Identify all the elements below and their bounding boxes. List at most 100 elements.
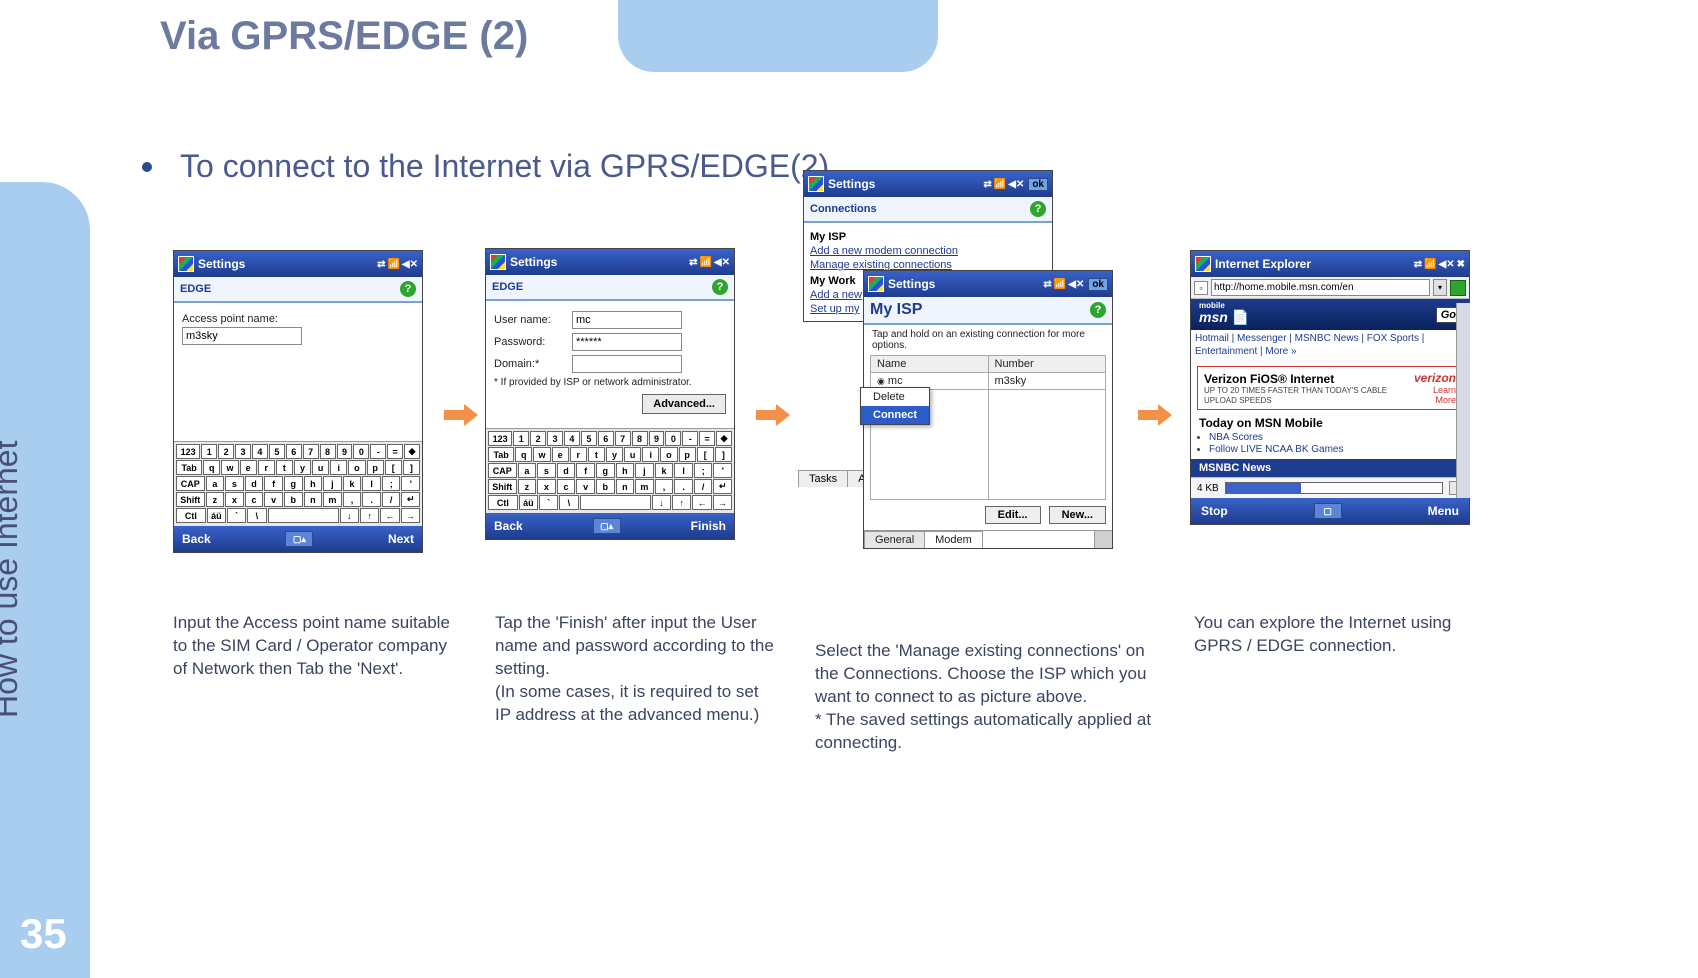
osk-key[interactable]: h	[616, 463, 635, 478]
help-icon[interactable]: ?	[1030, 201, 1046, 217]
osk-key[interactable]: a	[518, 463, 537, 478]
osk-key[interactable]: .	[362, 492, 381, 507]
osk-key[interactable]: m	[323, 492, 342, 507]
osk-key[interactable]: s	[537, 463, 556, 478]
osk-key[interactable]: 4	[252, 444, 268, 459]
url-dropdown-icon[interactable]: ▾	[1433, 279, 1447, 296]
msn-nav-links[interactable]: Hotmail | Messenger | MSNBC News | FOX S…	[1191, 330, 1469, 360]
osk-key[interactable]: z	[518, 479, 537, 494]
osk-key[interactable]: ]	[715, 447, 732, 462]
osk-key[interactable]: Tab	[488, 447, 514, 462]
next-button[interactable]: Next	[388, 532, 414, 546]
osk-key[interactable]: o	[348, 460, 365, 475]
osk-key[interactable]: ←	[692, 495, 711, 510]
osk-key[interactable]: 4	[564, 431, 580, 446]
osk-key[interactable]: u	[624, 447, 641, 462]
ctx-connect[interactable]: Connect	[861, 406, 929, 424]
osk-key[interactable]: ◆	[716, 431, 732, 446]
osk-key[interactable]: \	[559, 495, 578, 510]
ctx-delete[interactable]: Delete	[861, 388, 929, 406]
osk-key[interactable]: '	[713, 463, 732, 478]
add-modem-link[interactable]: Add a new modem connection	[810, 245, 1046, 257]
osk-key[interactable]: `	[227, 508, 246, 523]
osk-key[interactable]: w	[221, 460, 238, 475]
keyboard-toggle-icon[interactable]: ▢	[1314, 503, 1342, 519]
osk-key[interactable]: ←	[380, 508, 399, 523]
osk-key[interactable]: ◆	[404, 444, 420, 459]
osk-key[interactable]: p	[679, 447, 696, 462]
list-item[interactable]: Follow LIVE NCAA BK Games	[1209, 444, 1461, 455]
osk-key[interactable]: 9	[337, 444, 353, 459]
osk-key[interactable]: j	[635, 463, 654, 478]
osk-key[interactable]: ]	[403, 460, 420, 475]
osk-key[interactable]: Ctl	[176, 508, 206, 523]
back-button[interactable]: Back	[182, 532, 211, 546]
osk-key[interactable]: m	[635, 479, 654, 494]
keyboard-toggle-icon[interactable]	[1094, 531, 1112, 548]
osk-key[interactable]: t	[588, 447, 605, 462]
osk-key[interactable]: ↓	[340, 508, 359, 523]
osk-key[interactable]: r	[570, 447, 587, 462]
osk-key[interactable]: i	[330, 460, 347, 475]
osk-key[interactable]: y	[606, 447, 623, 462]
osk-key[interactable]: v	[264, 492, 283, 507]
ok-button[interactable]: ok	[1028, 178, 1048, 191]
keyboard-toggle-icon[interactable]: ▢▴	[593, 518, 621, 534]
osk-key[interactable]: ↑	[672, 495, 691, 510]
osk-key[interactable]: r	[258, 460, 275, 475]
osk-key[interactable]: j	[323, 476, 342, 491]
osk-key[interactable]: 1	[513, 431, 529, 446]
go-icon[interactable]	[1450, 280, 1466, 296]
osk-key[interactable]: 7	[303, 444, 319, 459]
osk-key[interactable]: h	[304, 476, 323, 491]
osk-key[interactable]: c	[245, 492, 264, 507]
osk-key[interactable]: c	[557, 479, 576, 494]
osk-key[interactable]: Ctl	[488, 495, 518, 510]
osk-key[interactable]: s	[225, 476, 244, 491]
osk-key[interactable]: /	[382, 492, 401, 507]
osk-key[interactable]: 123	[176, 444, 200, 459]
help-icon[interactable]: ?	[712, 279, 728, 295]
osk-key[interactable]: v	[576, 479, 595, 494]
osk-key[interactable]: Tab	[176, 460, 202, 475]
osk-key[interactable]: 5	[581, 431, 597, 446]
osk-key[interactable]: 8	[320, 444, 336, 459]
osk-key[interactable]: 1	[201, 444, 217, 459]
osk-key[interactable]: g	[596, 463, 615, 478]
osk-key[interactable]: 9	[649, 431, 665, 446]
osk-key[interactable]: d	[557, 463, 576, 478]
edit-button[interactable]: Edit...	[985, 506, 1041, 524]
osk-key[interactable]: áü	[519, 495, 538, 510]
help-icon[interactable]: ?	[400, 281, 416, 297]
osk-key[interactable]: n	[304, 492, 323, 507]
osk-key[interactable]: '	[401, 476, 420, 491]
osk-key[interactable]: 0	[665, 431, 681, 446]
finish-button[interactable]: Finish	[691, 519, 726, 533]
stop-button[interactable]: Stop	[1201, 504, 1228, 518]
osk-key[interactable]: g	[284, 476, 303, 491]
osk-key[interactable]: a	[206, 476, 225, 491]
verizon-ad[interactable]: Verizon FiOS® Internet UP TO 20 TIMES FA…	[1197, 366, 1463, 410]
osk-key[interactable]: u	[312, 460, 329, 475]
osk-key[interactable]: 6	[286, 444, 302, 459]
osk-key[interactable]: q	[203, 460, 220, 475]
osk-key[interactable]: p	[367, 460, 384, 475]
osk-key[interactable]: o	[660, 447, 677, 462]
learn-more-link[interactable]: Learn More	[1433, 385, 1456, 405]
osk-key[interactable]: ;	[382, 476, 401, 491]
osk-key[interactable]: ↑	[360, 508, 379, 523]
osk-key[interactable]: .	[674, 479, 693, 494]
domain-input[interactable]	[572, 355, 682, 373]
keyboard-toggle-icon[interactable]: ▢▴	[285, 531, 313, 547]
osk-key[interactable]: k	[655, 463, 674, 478]
osk-key[interactable]: 6	[598, 431, 614, 446]
osk-key[interactable]: →	[401, 508, 420, 523]
osk-key[interactable]: k	[343, 476, 362, 491]
osk-key[interactable]: n	[616, 479, 635, 494]
osk-key[interactable]: e	[240, 460, 257, 475]
osk-key[interactable]: q	[515, 447, 532, 462]
osk-key[interactable]: 5	[269, 444, 285, 459]
tab-modem[interactable]: Modem	[924, 531, 983, 548]
osk-key[interactable]: 2	[530, 431, 546, 446]
password-input[interactable]	[572, 333, 682, 351]
